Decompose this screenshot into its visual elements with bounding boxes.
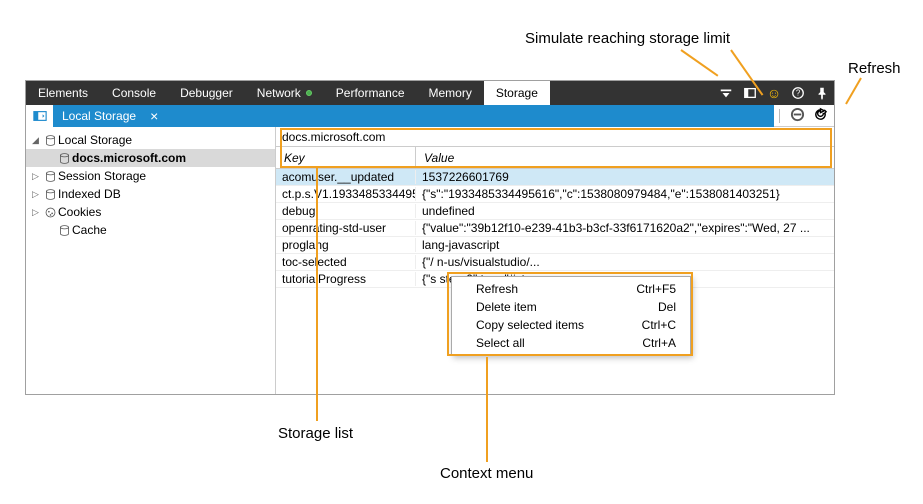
- context-item-accel: Ctrl+F5: [636, 282, 676, 296]
- tree-label: docs.microsoft.com: [72, 151, 186, 165]
- cell-key: proglang: [276, 238, 416, 252]
- cell-value: lang-javascript: [416, 238, 834, 252]
- database-icon: [56, 224, 72, 237]
- sidebar-toggle-button[interactable]: [26, 105, 54, 127]
- tree-local-storage[interactable]: ◢ Local Storage: [26, 131, 275, 149]
- database-icon: [42, 170, 58, 183]
- database-icon: [56, 152, 72, 165]
- tree-cache[interactable]: Cache: [26, 221, 275, 239]
- cell-key: debug: [276, 204, 416, 218]
- tab-console[interactable]: Console: [100, 81, 168, 105]
- table-row[interactable]: openrating-std-user {"value":"39b12f10-e…: [276, 220, 834, 237]
- cell-key: tutorialProgress: [276, 272, 416, 286]
- table-row[interactable]: acomuser.__updated 1537226601769: [276, 169, 834, 186]
- tree-twisty-icon: ▷: [32, 207, 42, 218]
- help-icon[interactable]: ?: [786, 81, 810, 105]
- cell-key: acomuser.__updated: [276, 170, 416, 184]
- context-item-label: Copy selected items: [476, 318, 584, 332]
- database-icon: [42, 188, 58, 201]
- context-item-accel: Ctrl+C: [642, 318, 676, 332]
- annotation-simulate: Simulate reaching storage limit: [525, 30, 730, 47]
- feedback-icon[interactable]: ☺: [762, 81, 786, 105]
- tab-debugger[interactable]: Debugger: [168, 81, 245, 105]
- context-item-label: Select all: [476, 336, 525, 350]
- tree-label: Cache: [72, 223, 107, 237]
- annotation-line: [316, 168, 318, 421]
- tree-label: Local Storage: [58, 133, 132, 147]
- context-menu-delete[interactable]: Delete item Del: [452, 298, 690, 316]
- storage-toolbar: [774, 105, 834, 127]
- devtools-window: Elements Console Debugger Network Perfor…: [25, 80, 835, 395]
- tree-twisty-icon: ◢: [32, 135, 42, 146]
- tree-origin-item[interactable]: docs.microsoft.com: [26, 149, 275, 167]
- cookie-icon: [42, 206, 58, 219]
- subheader-title: Local Storage: [54, 109, 144, 123]
- cell-key: toc-selected: [276, 255, 416, 269]
- tree-cookies[interactable]: ▷ Cookies: [26, 203, 275, 221]
- context-item-label: Delete item: [476, 300, 537, 314]
- tree-label: Session Storage: [58, 169, 146, 183]
- tab-network[interactable]: Network: [245, 81, 324, 105]
- tree-twisty-icon: ▷: [32, 189, 42, 200]
- tab-network-label: Network: [257, 86, 301, 100]
- origin-label: docs.microsoft.com: [276, 127, 834, 147]
- cell-value: {"s":"1933485334495616","c":153808097948…: [416, 187, 834, 201]
- context-item-label: Refresh: [476, 282, 518, 296]
- tree-label: Indexed DB: [58, 187, 121, 201]
- database-icon: [42, 134, 58, 147]
- annotation-context-menu: Context menu: [440, 465, 533, 482]
- annotation-storage-list: Storage list: [278, 425, 353, 442]
- cell-value: {"value":"39b12f10-e239-41b3-b3cf-33f617…: [416, 221, 834, 235]
- context-menu-copy[interactable]: Copy selected items Ctrl+C: [452, 316, 690, 334]
- context-menu-refresh[interactable]: Refresh Ctrl+F5: [452, 280, 690, 298]
- tree-indexed-db[interactable]: ▷ Indexed DB: [26, 185, 275, 203]
- context-item-accel: Ctrl+A: [642, 336, 676, 350]
- cell-value: {"/ n-us/visualstudio/...: [416, 255, 834, 269]
- cell-key: openrating-std-user: [276, 221, 416, 235]
- cell-key: ct.p.s.V1.1933485334495616: [276, 187, 416, 201]
- tab-performance[interactable]: Performance: [324, 81, 417, 105]
- tab-memory[interactable]: Memory: [417, 81, 484, 105]
- tree-session-storage[interactable]: ▷ Session Storage: [26, 167, 275, 185]
- context-item-accel: Del: [658, 300, 676, 314]
- more-tabs-icon[interactable]: [714, 81, 738, 105]
- dock-icon[interactable]: [738, 81, 762, 105]
- close-panel-button[interactable]: ×: [144, 108, 164, 124]
- toolbar-divider: [779, 109, 780, 123]
- storage-tree: ◢ Local Storage docs.microsoft.com ▷ Ses…: [26, 127, 276, 394]
- grid-header: Key Value: [276, 147, 834, 169]
- annotation-line: [845, 78, 862, 105]
- column-value[interactable]: Value: [416, 147, 834, 168]
- refresh-button[interactable]: [813, 107, 828, 125]
- tree-twisty-icon: ▷: [32, 171, 42, 182]
- table-row[interactable]: debug undefined: [276, 203, 834, 220]
- table-row[interactable]: ct.p.s.V1.1933485334495616 {"s":"1933485…: [276, 186, 834, 203]
- pin-icon[interactable]: [810, 81, 834, 105]
- simulate-storage-limit-button[interactable]: [790, 107, 805, 125]
- storage-subheader: Local Storage ×: [26, 105, 774, 127]
- column-key[interactable]: Key: [276, 147, 416, 168]
- table-row[interactable]: toc-selected {"/ n-us/visualstudio/...: [276, 254, 834, 271]
- tree-label: Cookies: [58, 205, 101, 219]
- devtools-tabstrip: Elements Console Debugger Network Perfor…: [26, 81, 834, 105]
- context-menu-selectall[interactable]: Select all Ctrl+A: [452, 334, 690, 352]
- cell-value: 1537226601769: [416, 170, 834, 184]
- table-row[interactable]: proglang lang-javascript: [276, 237, 834, 254]
- context-menu: Refresh Ctrl+F5 Delete item Del Copy sel…: [451, 276, 691, 356]
- tab-storage[interactable]: Storage: [484, 81, 550, 105]
- annotation-refresh: Refresh: [848, 60, 901, 77]
- cell-value: undefined: [416, 204, 834, 218]
- annotation-line: [486, 357, 488, 462]
- network-record-indicator: [306, 90, 312, 96]
- svg-text:?: ?: [796, 89, 801, 98]
- annotation-line: [680, 49, 718, 76]
- tab-elements[interactable]: Elements: [26, 81, 100, 105]
